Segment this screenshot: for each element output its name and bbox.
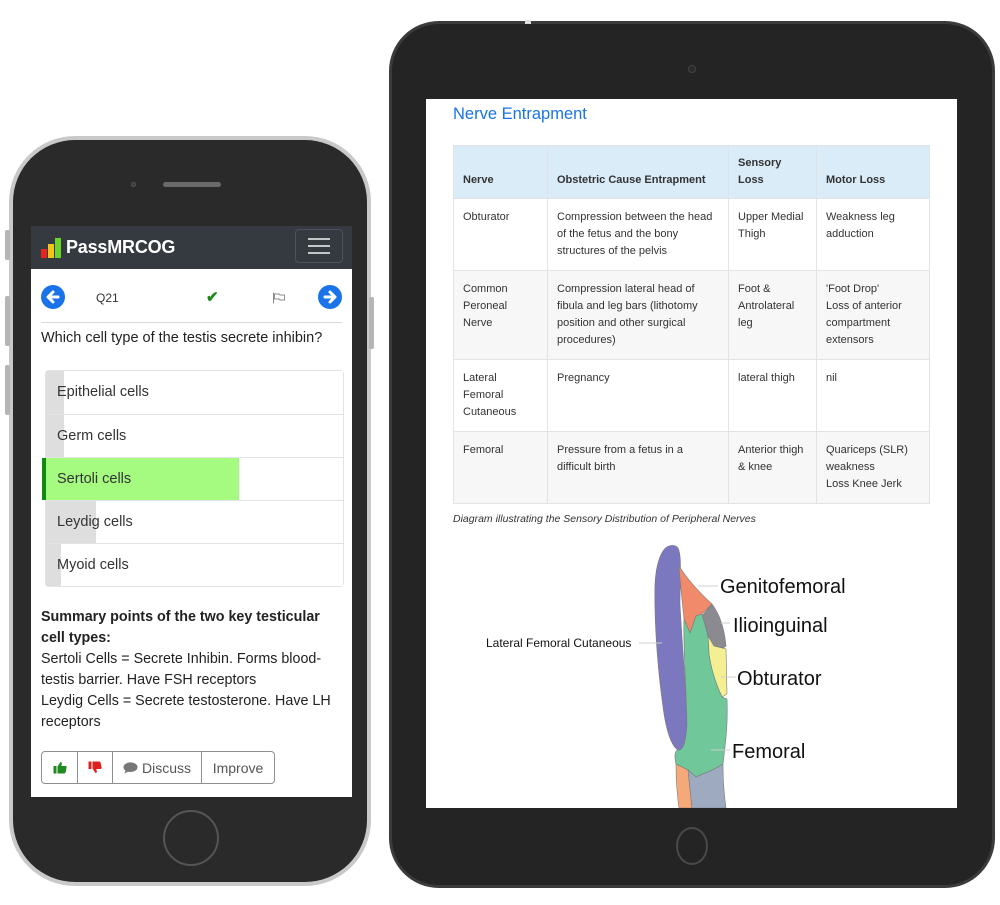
table-cell: Upper Medial Thigh	[728, 198, 817, 271]
table-cell: Quariceps (SLR) weakness Loss Knee Jerk	[816, 431, 930, 504]
arrow-right-icon	[323, 290, 337, 304]
table-cell: Femoral	[453, 431, 548, 504]
navbar: PassMRCOG	[31, 226, 352, 269]
answer-option[interactable]: Myoid cells	[46, 543, 343, 586]
hamburger-icon-line	[308, 245, 330, 247]
table-row: Lateral Femoral Cutaneous Pregnancy latera…	[453, 359, 930, 432]
diagram-caption: Diagram illustrating the Sensory Distrib…	[453, 513, 756, 525]
table-row: Femoral Pressure from a fetus in a diffic…	[453, 431, 930, 504]
phone-camera	[131, 182, 136, 187]
answer-option-label: Sertoli cells	[57, 471, 132, 487]
phone-home-button[interactable]	[163, 810, 219, 866]
tablet-camera	[688, 65, 696, 73]
table-cell: 'Foot Drop' Loss of anterior compartment…	[816, 270, 930, 360]
column-header: Motor Loss	[816, 145, 930, 199]
question-text: Which cell type of the testis secrete in…	[41, 330, 323, 346]
table-cell: nil	[816, 359, 930, 432]
nerve-entrapment-table: Nerve Obstetric Cause Entrapment Sensory L…	[453, 145, 930, 504]
explanation-line: Leydig Cells = Secrete testosterone. Hav…	[41, 693, 331, 730]
feedback-button-group: Discuss Improve	[41, 751, 275, 784]
table-cell: Anterior thigh & knee	[728, 431, 817, 504]
label-obturator: Obturator	[737, 668, 822, 690]
explanation-heading: Summary points of the two key testicular…	[41, 609, 320, 646]
logo-bars-icon	[41, 237, 61, 258]
label-ilioinguinal: Ilioinguinal	[733, 615, 828, 637]
table-cell: Compression between the head of the fetu…	[547, 198, 729, 271]
explanation-line: Sertoli Cells = Secrete Inhibin. Forms b…	[41, 651, 322, 688]
column-header: Nerve	[453, 145, 548, 199]
phone-power-button	[369, 297, 374, 349]
discuss-button[interactable]: Discuss	[112, 752, 201, 783]
answer-options: Epithelial cells Germ cells Sertoli cells L…	[42, 370, 344, 587]
prev-question-button[interactable]	[41, 285, 65, 309]
dislike-button[interactable]	[77, 752, 112, 783]
flag-icon[interactable]	[272, 292, 286, 304]
answer-option[interactable]: Epithelial cells	[46, 371, 343, 414]
table-cell: Weakness leg adduction	[816, 198, 930, 271]
table-cell: lateral thigh	[728, 359, 817, 432]
divider	[41, 322, 342, 323]
next-question-button[interactable]	[318, 285, 342, 309]
answer-option[interactable]: Germ cells	[46, 414, 343, 457]
thumbs-down-icon	[88, 761, 102, 773]
label-genitofemoral: Genitofemoral	[720, 576, 846, 598]
arrow-left-icon	[46, 290, 60, 304]
question-number: Q21	[96, 291, 119, 305]
table-row: Common Peroneal Nerve Compression lateral…	[453, 270, 930, 360]
answer-option-label: Epithelial cells	[57, 384, 149, 400]
phone-speaker	[163, 182, 221, 187]
table-cell: Pregnancy	[547, 359, 729, 432]
table-cell: Pressure from a fetus in a difficult bir…	[547, 431, 729, 504]
comment-icon	[123, 761, 138, 773]
improve-button[interactable]: Improve	[201, 752, 274, 783]
column-header: Sensory Loss	[728, 145, 817, 199]
table-cell: Lateral Femoral Cutaneous	[453, 359, 548, 432]
table-header-row: Nerve Obstetric Cause Entrapment Sensory L…	[453, 145, 930, 199]
table-cell: Obturator	[453, 198, 548, 271]
column-header: Obstetric Cause Entrapment	[547, 145, 729, 199]
table-cell: Compression lateral head of fibula and l…	[547, 270, 729, 360]
answer-option[interactable]: Sertoli cells	[42, 457, 343, 500]
like-button[interactable]	[42, 752, 77, 783]
tablet-home-button[interactable]	[676, 827, 708, 865]
table-cell: Foot & Antrolateral leg	[728, 270, 817, 360]
answer-option[interactable]: Leydig cells	[46, 500, 343, 543]
menu-toggle-button[interactable]	[295, 229, 343, 263]
hamburger-icon	[308, 238, 330, 240]
tablet-screen: Nerve Entrapment Nerve Obstetric Cause En…	[426, 99, 957, 808]
phone-volume-down-button	[5, 365, 10, 415]
phone-volume-up-button	[5, 296, 10, 346]
label-femoral: Femoral	[732, 741, 805, 763]
logo-bar	[55, 237, 61, 258]
thumbs-up-icon	[53, 762, 67, 774]
phone-screen: PassMRCOG Q21 ✔ Which cell type of the t…	[31, 226, 352, 797]
answer-option-label: Germ cells	[57, 428, 127, 444]
question-nav-bar: Q21 ✔	[41, 285, 342, 311]
sensory-distribution-diagram: Lateral Femoral Cutaneous Genitofemoral …	[486, 545, 846, 808]
table-row: Obturator Compression between the head of…	[453, 198, 930, 271]
check-icon: ✔	[206, 289, 219, 306]
brand-name[interactable]: PassMRCOG	[66, 237, 175, 258]
phone-mute-switch	[5, 230, 10, 260]
discuss-label: Discuss	[141, 759, 191, 776]
hamburger-icon-line	[308, 252, 330, 254]
improve-label: Improve	[212, 759, 264, 776]
logo-bar	[48, 243, 54, 258]
tablet-power-button	[525, 20, 531, 24]
logo-bar	[41, 248, 47, 258]
answer-option-label: Myoid cells	[57, 557, 129, 573]
answer-option-label: Leydig cells	[57, 514, 133, 530]
explanation: Summary points of the two key testicular…	[41, 607, 341, 733]
label-lateral-femoral-cutaneous: Lateral Femoral Cutaneous	[486, 636, 631, 650]
section-title: Nerve Entrapment	[453, 105, 587, 123]
table-cell: Common Peroneal Nerve	[453, 270, 548, 360]
